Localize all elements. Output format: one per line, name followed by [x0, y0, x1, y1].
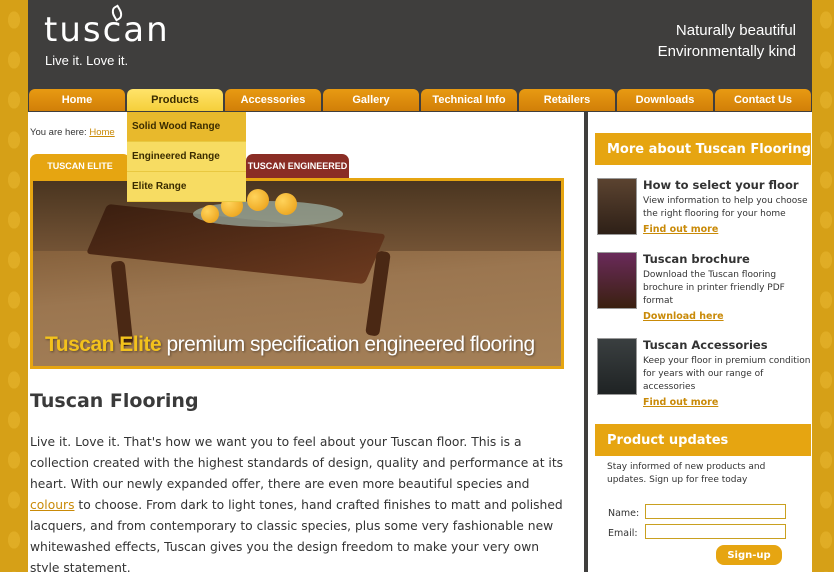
signup-button[interactable]: Sign-up [716, 545, 782, 565]
products-dropdown: Solid Wood Range Engineered Range Elite … [127, 112, 246, 202]
hero-caption-brand: Tuscan Elite [45, 333, 162, 356]
nav-gallery[interactable]: Gallery [323, 89, 419, 111]
more-about-heading: More about Tuscan Flooring [595, 133, 811, 165]
logo[interactable]: tuscan [44, 10, 170, 50]
promo-thumbnail[interactable] [597, 338, 637, 395]
nav-contact-us[interactable]: Contact Us [715, 89, 811, 111]
signup-description: Stay informed of new products and update… [607, 462, 766, 485]
product-updates-heading: Product updates [595, 424, 811, 456]
tagline: Live it. Love it. [45, 53, 129, 68]
find-out-more-link[interactable]: Find out more [643, 224, 718, 235]
dropdown-solid-wood-range[interactable]: Solid Wood Range [127, 112, 246, 142]
promo-description: Download the Tuscan flooring brochure in… [643, 270, 785, 306]
breadcrumb: You are here: Home [30, 127, 115, 138]
main-content: You are here: Home TUSCAN ELITE TUSCAN E… [28, 112, 584, 572]
breadcrumb-prefix: You are here: [30, 127, 87, 138]
nav-technical-info[interactable]: Technical Info [421, 89, 517, 111]
name-label: Name: [608, 508, 640, 519]
promo-title: Tuscan brochure [643, 252, 750, 266]
colours-link[interactable]: colours [30, 498, 74, 512]
email-label: Email: [608, 528, 638, 539]
orange-fruit [247, 189, 269, 211]
nav-products[interactable]: Products [127, 89, 223, 111]
slogan-line-1: Naturally beautiful [675, 22, 796, 39]
orange-fruit [275, 193, 297, 215]
tab-tuscan-engineered[interactable]: TUSCAN ENGINEERED [246, 154, 349, 178]
nav-retailers[interactable]: Retailers [519, 89, 615, 111]
promo-thumbnail[interactable] [597, 178, 637, 235]
promo-description: Keep your floor in premium condition for… [643, 356, 811, 392]
hero-caption-text: premium specification engineered floorin… [166, 333, 536, 356]
orange-fruit [201, 205, 219, 223]
find-out-more-link[interactable]: Find out more [643, 397, 718, 408]
main-nav: Home Products Accessories Gallery Techni… [28, 88, 812, 112]
page-title: Tuscan Flooring [30, 390, 199, 412]
breadcrumb-home-link[interactable]: Home [89, 127, 114, 138]
sidebar: More about Tuscan Flooring How to select… [588, 112, 812, 572]
download-here-link[interactable]: Download here [643, 311, 724, 322]
email-input[interactable] [645, 524, 786, 539]
hero-banner[interactable]: Tuscan Elite premium specification engin… [30, 178, 564, 369]
promo-thumbnail[interactable] [597, 252, 637, 309]
slogan: Naturally beautiful Environmentally kind [658, 20, 796, 62]
intro-text-start: Live it. Love it. That's how we want you… [30, 435, 564, 491]
tab-tuscan-elite[interactable]: TUSCAN ELITE [30, 154, 130, 178]
site-header: tuscan Live it. Love it. Naturally beaut… [28, 0, 812, 88]
promo-description: View information to help you choose the … [643, 196, 808, 219]
promo-title: Tuscan Accessories [643, 338, 768, 352]
slogan-line-2: Environmentally kind [657, 43, 796, 60]
promo-title: How to select your floor [643, 178, 799, 192]
dropdown-engineered-range[interactable]: Engineered Range [127, 142, 246, 172]
nav-downloads[interactable]: Downloads [617, 89, 713, 111]
hero-caption: Tuscan Elite premium specification engin… [45, 333, 535, 357]
name-input[interactable] [645, 504, 786, 519]
nav-accessories[interactable]: Accessories [225, 89, 321, 111]
dropdown-elite-range[interactable]: Elite Range [127, 172, 246, 202]
nav-home[interactable]: Home [29, 89, 125, 111]
intro-paragraph: Live it. Love it. That's how we want you… [30, 432, 570, 572]
intro-text-end: to choose. From dark to light tones, han… [30, 498, 563, 572]
